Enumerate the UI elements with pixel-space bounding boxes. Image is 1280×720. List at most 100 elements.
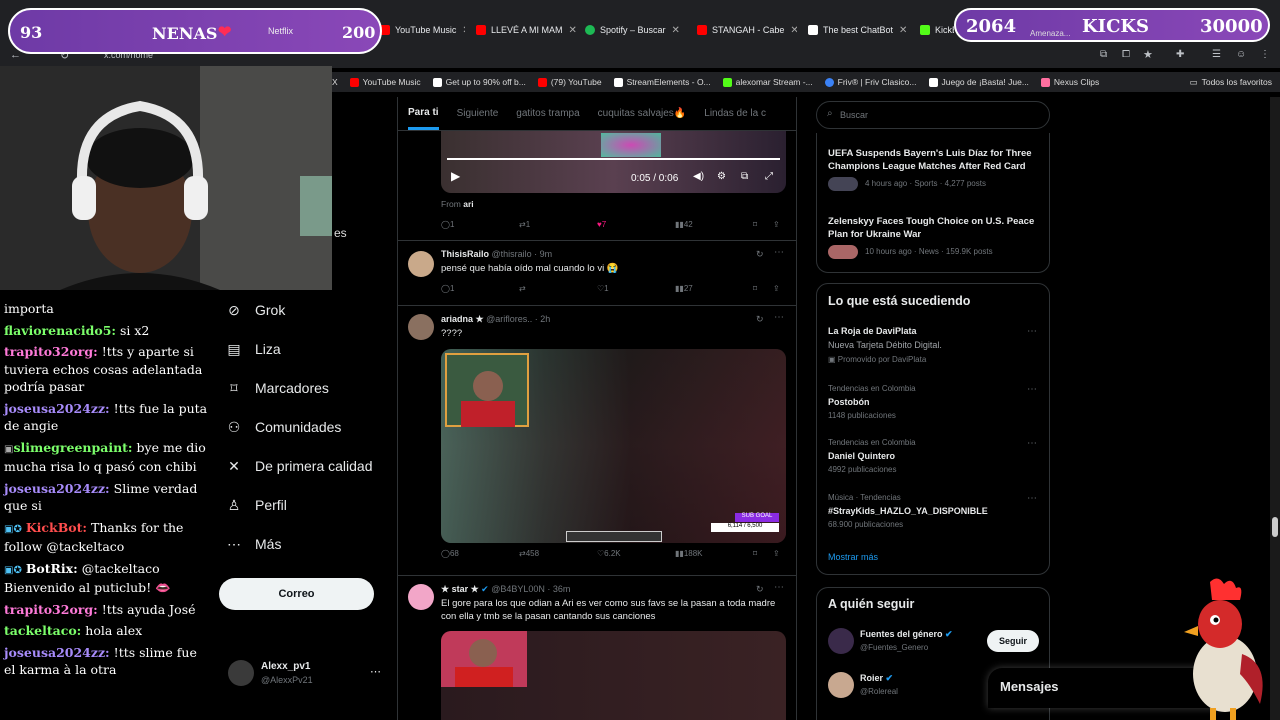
nav-more[interactable]: ⋯ Más bbox=[226, 536, 281, 553]
avatar[interactable] bbox=[408, 251, 434, 277]
scrollbar-thumb[interactable] bbox=[1272, 517, 1278, 537]
tweet[interactable]: ★ star ★ ✔ @B4BYL00N · 36m ↻ ⋯ El gore p… bbox=[398, 576, 796, 720]
tab-para-ti[interactable]: Para ti bbox=[408, 98, 439, 130]
tweet[interactable]: ariadna ★ @ariflores.. · 2h ↻ ⋯ ???? SUB… bbox=[398, 306, 796, 576]
menu-icon[interactable]: ⋮ bbox=[1260, 49, 1270, 60]
extensions-icon[interactable]: ✚ bbox=[1176, 49, 1184, 60]
profile-icon[interactable]: ☺ bbox=[1236, 49, 1246, 60]
avatar[interactable] bbox=[408, 584, 434, 610]
correo-button[interactable]: Correo bbox=[219, 578, 374, 610]
tweet-author[interactable]: ★ star ★ ✔ @B4BYL00N · 36m bbox=[441, 584, 570, 595]
tab-stangah[interactable]: STANGAH - Cabe ✕ bbox=[697, 18, 797, 42]
nav-grok[interactable]: ⊘ Grok bbox=[226, 302, 285, 319]
tab-chatbot[interactable]: The best ChatBot ✕ bbox=[808, 18, 913, 42]
fullscreen-icon[interactable]: ⤢ bbox=[765, 171, 773, 182]
share-icon[interactable]: ⇪ bbox=[773, 549, 780, 558]
bookmark-kick[interactable]: alexomar Stream -... bbox=[722, 77, 813, 87]
retweet-button[interactable]: ⇄ 1 bbox=[519, 220, 530, 229]
bookmark-nexus[interactable]: Nexus Clips bbox=[1040, 77, 1099, 87]
video-player[interactable]: ▶ 0:05 / 0:06 ◀) ⚙ ⧉ ⤢ bbox=[441, 131, 786, 193]
settings-icon[interactable]: ⚙ bbox=[717, 171, 726, 182]
nav-communities[interactable]: ⚇ Comunidades bbox=[226, 419, 342, 436]
close-tab-icon[interactable]: ✕ bbox=[893, 25, 913, 36]
tweet-video[interactable]: SUB GOAL 6,114 / 6,500 bbox=[441, 349, 786, 543]
tweet-author[interactable]: ariadna ★ @ariflores.. · 2h bbox=[441, 314, 550, 325]
bookmark-x[interactable]: X bbox=[332, 77, 338, 87]
retweet-button[interactable]: ⇄ bbox=[519, 284, 526, 293]
share-icon[interactable]: ⇪ bbox=[773, 220, 780, 229]
avatar[interactable] bbox=[228, 660, 254, 686]
share-icon[interactable]: ⇪ bbox=[773, 284, 780, 293]
reply-button[interactable]: ◯ 68 bbox=[441, 549, 459, 558]
close-tab-icon[interactable]: ✕ bbox=[784, 25, 797, 36]
star-icon[interactable]: ★ bbox=[1143, 48, 1153, 61]
tab-spotify[interactable]: Spotify – Buscar ✕ bbox=[585, 18, 685, 42]
promo-title[interactable]: La Roja de DaviPlata bbox=[828, 326, 917, 336]
more-icon[interactable]: ⋯ bbox=[1027, 493, 1037, 504]
more-icon[interactable]: ⋯ bbox=[1027, 438, 1037, 449]
more-icon[interactable]: ⋯ bbox=[774, 247, 784, 258]
trend-name[interactable]: Daniel Quintero bbox=[828, 451, 895, 461]
bookmark-icon[interactable]: ⌑ bbox=[753, 220, 757, 229]
avatar[interactable] bbox=[828, 672, 854, 698]
bookmark-icon[interactable]: ⌑ bbox=[753, 284, 757, 293]
tab-cuquitas[interactable]: cuquitas salvajes🔥 bbox=[598, 108, 687, 119]
news-title[interactable]: UEFA Suspends Bayern's Luis Díaz for Thr… bbox=[828, 147, 1042, 173]
avatar[interactable] bbox=[828, 628, 854, 654]
tweet-video[interactable] bbox=[441, 631, 786, 720]
tweet-author[interactable]: ThisisRailo @thisrailo · 9m bbox=[441, 249, 552, 259]
like-button[interactable]: ♡ 6.2K bbox=[597, 549, 621, 558]
follow-button[interactable]: Seguir bbox=[987, 630, 1039, 652]
avatar[interactable] bbox=[408, 314, 434, 340]
tweet-video[interactable]: ▶ 0:05 / 0:06 ◀) ⚙ ⧉ ⤢ From ari ◯ 1 ⇄ 1 … bbox=[398, 131, 796, 241]
tab-youtube-music[interactable]: YouTube Music✕ bbox=[380, 18, 465, 42]
news-title[interactable]: Zelenskyy Faces Tough Choice on U.S. Pea… bbox=[828, 215, 1042, 241]
grok-icon[interactable]: ↻ bbox=[756, 584, 764, 595]
like-button[interactable]: ♥ 7 bbox=[597, 220, 606, 229]
show-more-link[interactable]: Mostrar más bbox=[828, 552, 878, 562]
grok-icon[interactable]: ↻ bbox=[756, 249, 764, 260]
retweet-button[interactable]: ⇄ 458 bbox=[519, 549, 539, 558]
follow-name[interactable]: Fuentes del género ✔ bbox=[860, 629, 953, 640]
nav-profile[interactable]: ♙ Perfil bbox=[226, 497, 287, 514]
close-tab-icon[interactable]: ✕ bbox=[563, 25, 576, 36]
follow-name[interactable]: Roier ✔ bbox=[860, 673, 893, 684]
nav-lists[interactable]: ▤ Liza bbox=[226, 341, 280, 358]
tab-siguiente[interactable]: Siguiente bbox=[457, 108, 499, 119]
views-button[interactable]: ▮▮ 188K bbox=[675, 549, 703, 558]
bookmark-youtube[interactable]: (79) YouTube bbox=[537, 77, 602, 87]
search-input[interactable]: ⌕ Buscar bbox=[816, 101, 1050, 129]
nav-bookmarks[interactable]: ⌑ Marcadores bbox=[226, 380, 329, 397]
bookmark-friv[interactable]: Friv® | Friv Clasico... bbox=[824, 77, 917, 87]
views-button[interactable]: ▮▮ 27 bbox=[675, 284, 693, 293]
translate-icon[interactable]: ⧉ bbox=[1100, 49, 1107, 60]
close-tab-icon[interactable]: ✕ bbox=[456, 25, 465, 36]
pip-icon[interactable]: ⧉ bbox=[741, 171, 748, 182]
sidepanel-icon[interactable]: ☰ bbox=[1212, 49, 1221, 60]
play-icon[interactable]: ▶ bbox=[451, 169, 460, 183]
bookmark-basta[interactable]: Juego de ¡Basta! Jue... bbox=[928, 77, 1029, 87]
volume-icon[interactable]: ◀) bbox=[693, 171, 704, 182]
video-progress[interactable] bbox=[447, 158, 780, 160]
reply-button[interactable]: ◯ 1 bbox=[441, 284, 454, 293]
bookmark-streamelements[interactable]: StreamElements - O... bbox=[613, 77, 711, 87]
bookmark-deal[interactable]: Get up to 90% off b... bbox=[432, 77, 526, 87]
like-button[interactable]: ♡ 1 bbox=[597, 284, 609, 293]
more-icon[interactable]: ⋯ bbox=[1027, 326, 1037, 337]
grok-icon[interactable]: ↻ bbox=[756, 314, 764, 325]
bookmark-youtube-music[interactable]: YouTube Music bbox=[349, 77, 421, 87]
tweet[interactable]: ThisisRailo @thisrailo · 9m ↻ ⋯ pensé qu… bbox=[398, 241, 796, 306]
nav-premium[interactable]: ✕ De primera calidad bbox=[226, 458, 372, 475]
more-icon[interactable]: ⋯ bbox=[1027, 384, 1037, 395]
more-icon[interactable]: ⋯ bbox=[774, 312, 784, 323]
bookmark-icon[interactable]: ⌑ bbox=[753, 549, 757, 558]
tab-kickbot[interactable]: KickB bbox=[920, 18, 954, 42]
share-icon[interactable]: ⧠ bbox=[1122, 49, 1130, 60]
close-tab-icon[interactable]: ✕ bbox=[666, 25, 685, 36]
trend-name[interactable]: #StrayKids_HAZLO_YA_DISPONIBLE bbox=[828, 506, 988, 516]
reply-button[interactable]: ◯ 1 bbox=[441, 220, 454, 229]
views-button[interactable]: ▮▮ 42 bbox=[675, 220, 693, 229]
bookmark-all[interactable]: ▭ Todos los favoritos bbox=[1190, 77, 1272, 88]
account-more-icon[interactable]: ⋯ bbox=[370, 665, 381, 678]
tab-lindas[interactable]: Lindas de la c bbox=[704, 108, 766, 119]
